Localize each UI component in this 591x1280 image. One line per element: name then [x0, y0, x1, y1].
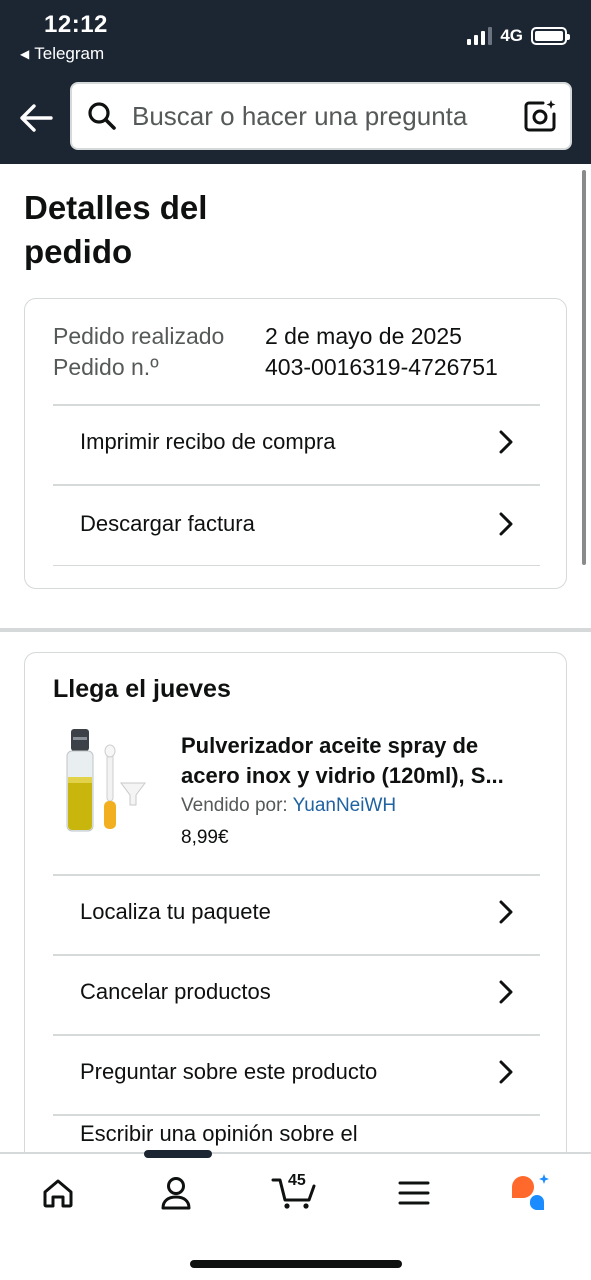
seller-link[interactable]: YuanNeiWH: [293, 795, 397, 816]
back-app-label: Telegram: [34, 44, 105, 63]
cart-count-badge: 45: [288, 1172, 306, 1189]
battery-icon: [531, 27, 570, 45]
download-invoice-label: Descargar factura: [80, 511, 255, 536]
order-info-card: Pedido realizado 2 de mayo de 2025 Pedid…: [24, 298, 567, 589]
section-separator: [0, 628, 591, 632]
rufus-ai-icon: [512, 1174, 549, 1211]
back-arrow-icon[interactable]: [16, 98, 56, 138]
signal-icon: [467, 27, 493, 45]
order-placed-label: Pedido realizado: [53, 323, 225, 349]
order-placed-value: 2 de mayo de 2025: [265, 323, 462, 349]
ask-product-row[interactable]: Preguntar sobre este producto: [53, 1032, 540, 1112]
product-image[interactable]: [61, 727, 151, 837]
divider: [53, 1114, 540, 1116]
search-input[interactable]: [132, 100, 510, 132]
shipment-card: Llega el jueves Pulverizador aceite spra…: [24, 652, 567, 1212]
account-tab[interactable]: [136, 1168, 216, 1218]
search-icon: [72, 84, 132, 148]
cancel-products-row[interactable]: Cancelar productos: [53, 952, 540, 1032]
account-icon: [161, 1177, 191, 1210]
product-price: 8,99€: [181, 827, 229, 848]
delivery-heading: Llega el jueves: [53, 675, 231, 703]
search-bar[interactable]: [70, 82, 572, 150]
menu-icon: [398, 1181, 430, 1205]
ask-product-label: Preguntar sobre este producto: [80, 1059, 378, 1084]
chevron-right-icon: [499, 512, 513, 536]
top-bar: 12:12 ◀ Telegram 4G: [0, 0, 591, 164]
divider: [53, 565, 540, 566]
download-invoice-row[interactable]: Descargar factura: [53, 484, 540, 564]
menu-tab[interactable]: [374, 1168, 454, 1218]
back-to-app-link[interactable]: ◀ Telegram: [20, 44, 104, 64]
cancel-products-label: Cancelar productos: [80, 979, 271, 1004]
order-number-label: Pedido n.º: [53, 354, 159, 380]
chevron-right-icon: [499, 900, 513, 924]
track-package-label: Localiza tu paquete: [80, 899, 271, 924]
track-package-row[interactable]: Localiza tu paquete: [53, 872, 540, 952]
chevron-right-icon: [499, 430, 513, 454]
product-title[interactable]: Pulverizador aceite spray de acero inox …: [181, 731, 541, 791]
write-review-label: Escribir una opinión sobre el: [80, 1121, 358, 1146]
rufus-ai-tab[interactable]: [490, 1168, 570, 1218]
network-label: 4G: [500, 26, 523, 45]
seller-label: Vendido por:: [181, 795, 288, 816]
chevron-right-icon: [499, 980, 513, 1004]
home-tab[interactable]: [18, 1168, 98, 1218]
print-receipt-row[interactable]: Imprimir recibo de compra: [53, 402, 540, 482]
home-icon: [43, 1179, 73, 1208]
status-time: 12:12: [44, 11, 108, 38]
status-indicators: 4G: [467, 26, 570, 46]
page-title: Detalles del pedido: [24, 189, 208, 270]
back-triangle-icon: ◀: [20, 47, 30, 61]
order-number-value: 403-0016319-4726751: [265, 354, 498, 380]
product-seller: Vendido por: YuanNeiWH: [181, 795, 396, 817]
scrollbar[interactable]: [582, 170, 586, 565]
print-receipt-label: Imprimir recibo de compra: [80, 429, 336, 454]
camera-search-icon[interactable]: [510, 84, 570, 148]
chevron-right-icon: [499, 1060, 513, 1084]
scroll-grabber: [144, 1150, 212, 1158]
home-indicator[interactable]: [190, 1260, 402, 1268]
